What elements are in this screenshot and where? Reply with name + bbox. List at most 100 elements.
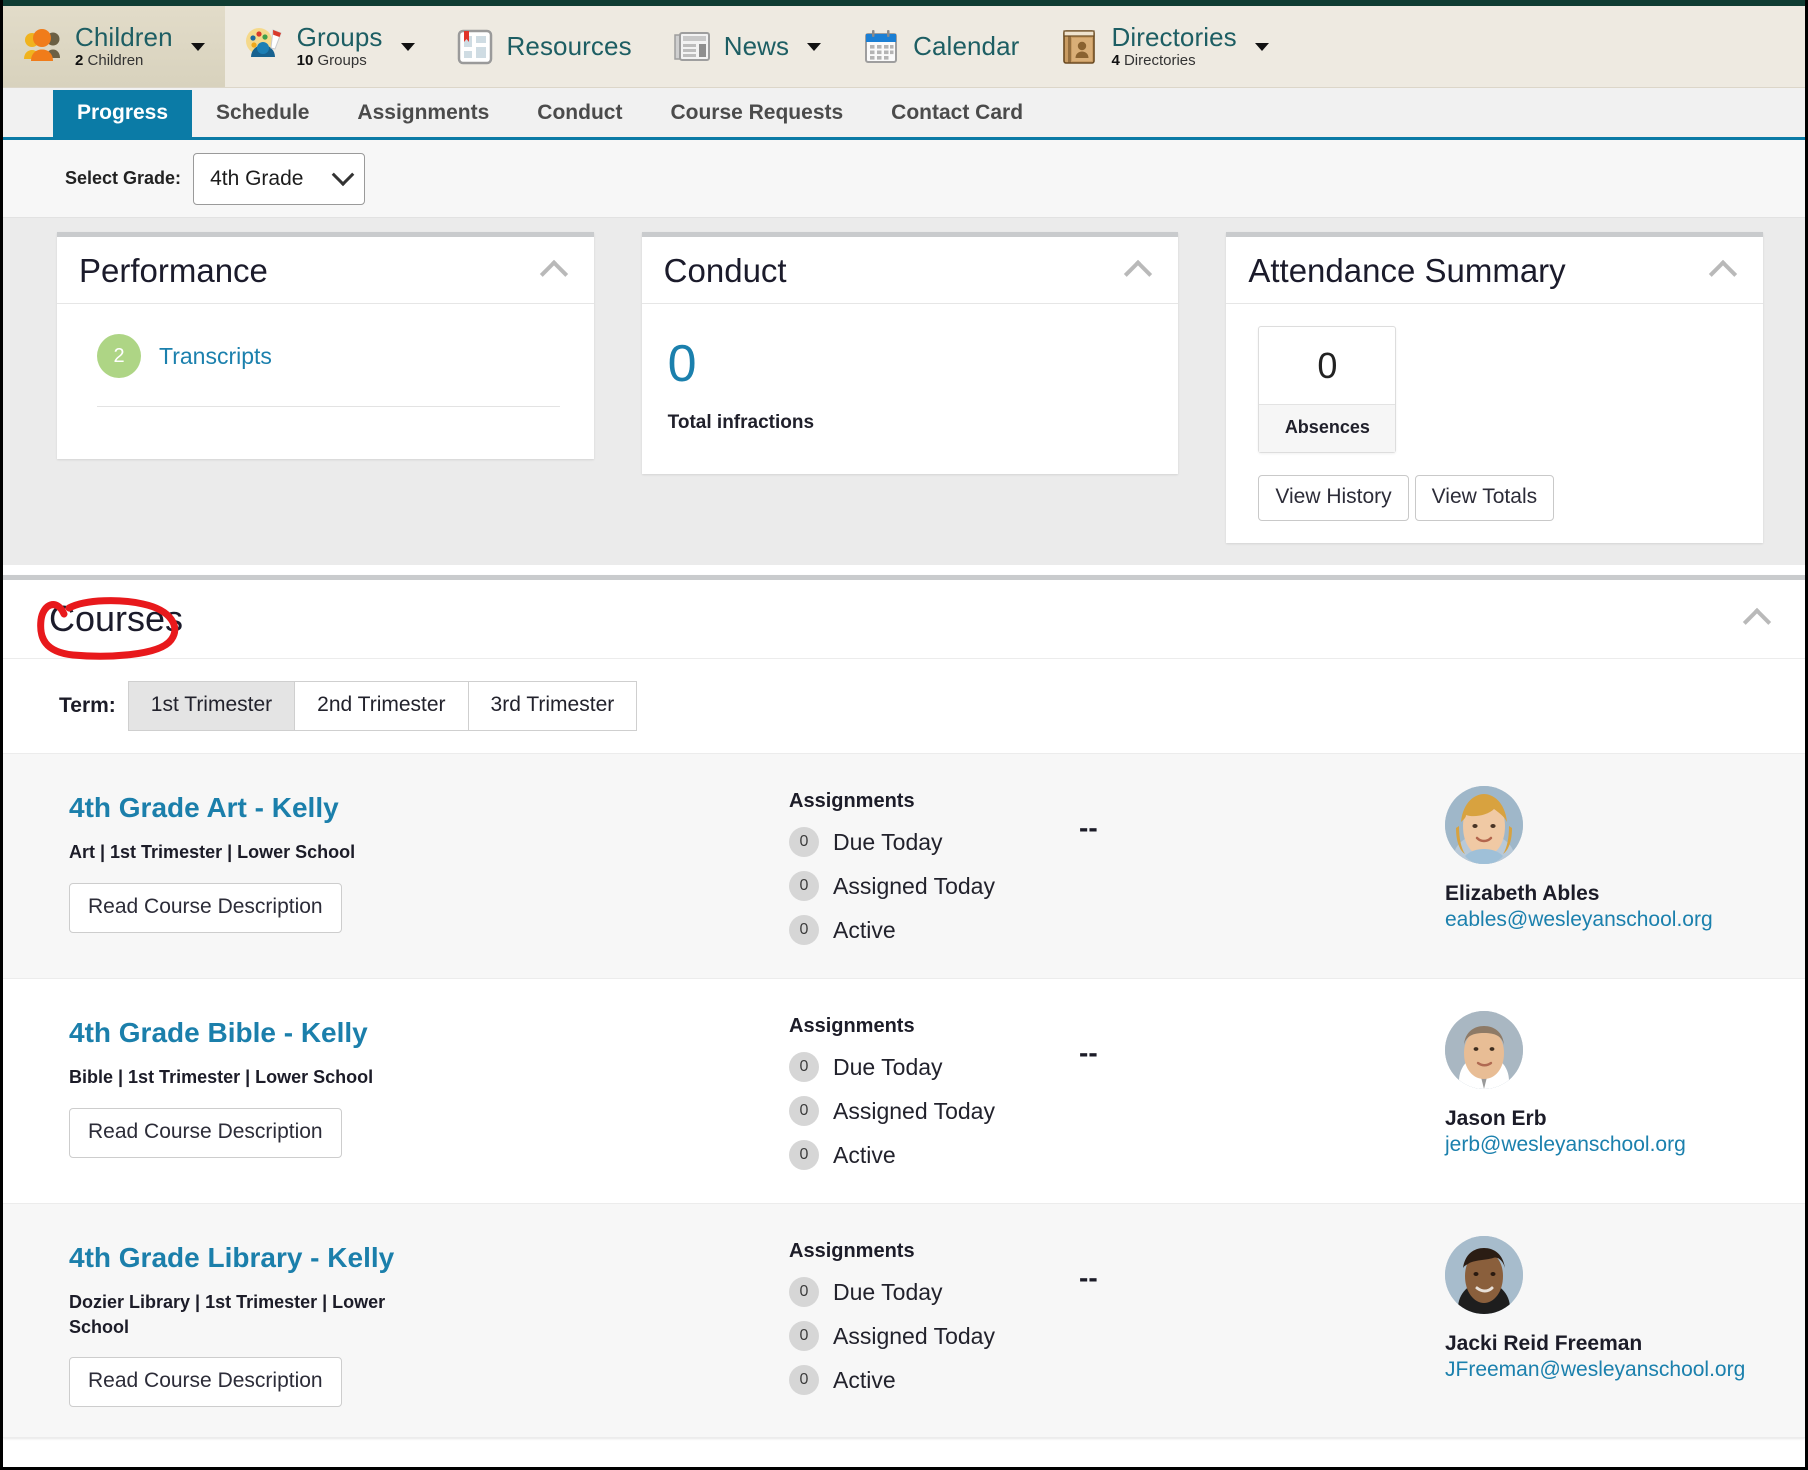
summary-cards: Performance 2 Transcripts Conduct 0 Tota… (3, 218, 1805, 566)
absences-label: Absences (1259, 405, 1396, 453)
news-paper-icon (670, 25, 714, 69)
nav-item-calendar[interactable]: Calendar (841, 6, 1039, 87)
read-course-description-button[interactable]: Read Course Description (69, 1357, 342, 1408)
grade-select[interactable]: 4th Grade (193, 152, 366, 205)
nav-item-groups[interactable]: Groups 10 Groups (225, 6, 435, 87)
module-nav: Children 2 Children Groups 10 Groups Res… (3, 6, 1805, 88)
tab-course-requests[interactable]: Course Requests (646, 90, 867, 137)
assignment-due-today: 0 Due Today (789, 827, 1079, 858)
transcripts-link[interactable]: Transcripts (159, 343, 272, 370)
absences-tile: 0 Absences (1258, 326, 1397, 454)
chevron-up-icon[interactable] (539, 259, 568, 289)
view-totals-button[interactable]: View Totals (1414, 475, 1555, 522)
nav-item-news[interactable]: News (652, 6, 841, 87)
term-1st-trimester[interactable]: 1st Trimester (127, 681, 296, 732)
performance-card-header: Performance (57, 237, 594, 305)
chevron-down-icon (331, 162, 355, 186)
course-meta: Bible | 1st Trimester | Lower School (69, 1067, 374, 1088)
nav-item-directories[interactable]: Directories 4 Directories (1039, 6, 1288, 87)
calendar-icon (859, 25, 903, 69)
absences-value: 0 (1259, 327, 1396, 406)
chevron-down-icon[interactable] (190, 42, 205, 51)
courses-panel: Courses Term: 1st Trimester 2nd Trimeste… (3, 575, 1805, 1439)
read-course-description-button[interactable]: Read Course Description (69, 882, 342, 933)
assignments-column: Assignments 0 Due Today 0 Assigned Today… (789, 1015, 1079, 1171)
assignments-heading: Assignments (789, 790, 915, 813)
teacher-email-link[interactable]: JFreeman@wesleyanschool.org (1445, 1358, 1765, 1382)
nav-item-resources-text: Resources (507, 32, 632, 60)
teacher-email-link[interactable]: jerb@wesleyanschool.org (1445, 1133, 1765, 1157)
groups-palette-icon (243, 25, 287, 69)
term-label: Term: (59, 694, 116, 718)
course-name-link[interactable]: 4th Grade Bible - Kelly (69, 1017, 789, 1049)
assignments-column: Assignments 0 Due Today 0 Assigned Today… (789, 790, 1079, 946)
assignment-label: Active (833, 1366, 896, 1393)
performance-card: Performance 2 Transcripts (57, 232, 594, 460)
attendance-actions: View History View Totals (1258, 475, 1737, 522)
nav-item-groups-sub: 10 Groups (296, 52, 367, 70)
assignment-label: Active (833, 1141, 896, 1168)
nav-item-directories-sub: 4 Directories (1111, 52, 1196, 70)
nav-item-children-title: Children (75, 21, 173, 52)
course-assignments: Assignments 0 Due Today 0 Assigned Today… (789, 784, 1445, 946)
nav-item-children-text: Children 2 Children (75, 21, 173, 69)
nav-item-calendar-text: Calendar (913, 32, 1019, 60)
teacher-email-link[interactable]: eables@wesleyanschool.org (1445, 908, 1765, 932)
avatar (1445, 1011, 1523, 1090)
term-3rd-trimester[interactable]: 3rd Trimester (467, 681, 638, 732)
conduct-card-header: Conduct (641, 237, 1179, 305)
count-badge: 0 (789, 1096, 819, 1127)
count-badge: 0 (789, 827, 819, 858)
conduct-card: Conduct 0 Total infractions (641, 232, 1179, 475)
course-grade: -- (1079, 812, 1098, 844)
tab-progress[interactable]: Progress (53, 90, 193, 137)
grade-select-value: 4th Grade (210, 166, 304, 190)
nav-item-resources[interactable]: Resources (435, 6, 652, 87)
chevron-down-icon[interactable] (400, 42, 415, 51)
app-window: Children 2 Children Groups 10 Groups Res… (0, 0, 1808, 1470)
nav-item-news-title: News (723, 30, 790, 61)
assignment-assigned-today: 0 Assigned Today (789, 1096, 1079, 1127)
assignment-label: Assigned Today (833, 1097, 995, 1124)
conduct-card-body: 0 Total infractions (642, 304, 1179, 474)
courses-title: Courses (49, 598, 184, 640)
course-name-link[interactable]: 4th Grade Art - Kelly (69, 792, 789, 824)
term-2nd-trimester[interactable]: 2nd Trimester (294, 681, 469, 732)
view-history-button[interactable]: View History (1258, 475, 1409, 522)
course-assignments: Assignments 0 Due Today 0 Assigned Today… (789, 1009, 1445, 1171)
assignment-label: Due Today (833, 1278, 943, 1305)
courses-panel-header: Courses (3, 580, 1805, 660)
attendance-summary-card: Attendance Summary 0 Absences View Histo… (1226, 232, 1764, 544)
term-selector: Term: 1st Trimester 2nd Trimester 3rd Tr… (3, 659, 1805, 755)
tab-schedule[interactable]: Schedule (192, 90, 333, 137)
assignment-label: Due Today (833, 828, 943, 855)
tab-conduct[interactable]: Conduct (513, 90, 646, 137)
count-badge: 0 (789, 1365, 819, 1396)
chevron-down-icon[interactable] (807, 42, 822, 51)
transcripts-row[interactable]: 2 Transcripts (83, 328, 568, 406)
chevron-up-icon[interactable] (1124, 259, 1153, 289)
assignments-heading: Assignments (789, 1240, 915, 1263)
chevron-up-icon[interactable] (1708, 259, 1738, 289)
course-info: 4th Grade Art - Kelly Art | 1st Trimeste… (69, 784, 789, 933)
assignment-active: 0 Active (789, 915, 1079, 946)
chevron-down-icon[interactable] (1254, 42, 1269, 51)
read-course-description-button[interactable]: Read Course Description (69, 1107, 342, 1158)
table-row: 4th Grade Library - Kelly Dozier Library… (3, 1204, 1805, 1439)
grade-filter-bar: Select Grade: 4th Grade (3, 140, 1805, 218)
course-name-link[interactable]: 4th Grade Library - Kelly (69, 1242, 789, 1274)
nav-item-directories-text: Directories 4 Directories (1111, 23, 1236, 70)
tab-assignments[interactable]: Assignments (333, 90, 513, 137)
transcripts-count-badge: 2 (97, 334, 141, 379)
total-infractions-value: 0 (667, 335, 697, 394)
chevron-up-icon[interactable] (1742, 608, 1772, 637)
course-assignments: Assignments 0 Due Today 0 Assigned Today… (789, 1234, 1445, 1396)
course-info: 4th Grade Bible - Kelly Bible | 1st Trim… (69, 1009, 789, 1158)
nav-item-groups-title: Groups (296, 21, 383, 52)
nav-item-children[interactable]: Children 2 Children (3, 6, 225, 87)
tab-contact-card[interactable]: Contact Card (867, 90, 1047, 137)
table-row: 4th Grade Art - Kelly Art | 1st Trimeste… (3, 754, 1805, 980)
avatar (1445, 1236, 1523, 1315)
teacher-info: Jason Erb jerb@wesleyanschool.org (1445, 1009, 1765, 1157)
